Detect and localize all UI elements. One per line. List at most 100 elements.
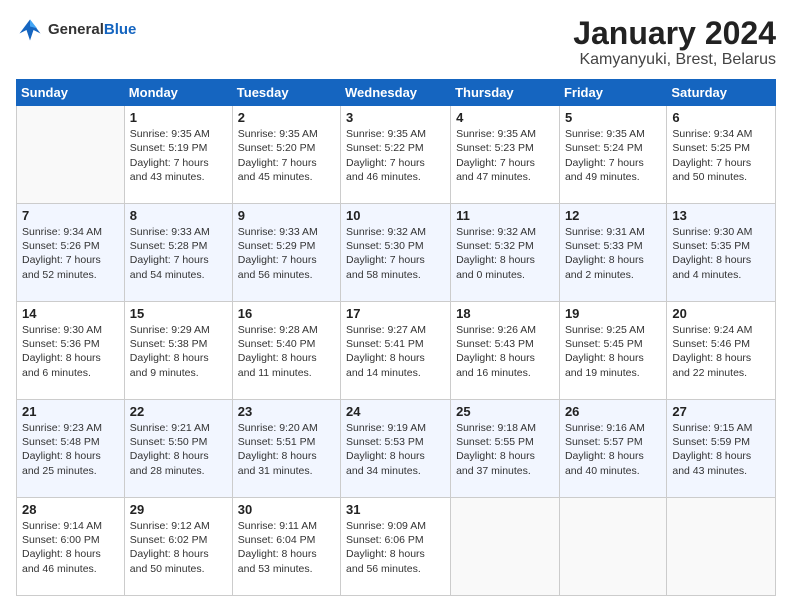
- day-info: Sunrise: 9:25 AMSunset: 5:45 PMDaylight:…: [565, 323, 661, 380]
- logo-blue: Blue: [104, 21, 137, 38]
- day-info: Sunrise: 9:28 AMSunset: 5:40 PMDaylight:…: [238, 323, 335, 380]
- col-tuesday: Tuesday: [232, 80, 340, 106]
- day-number: 15: [130, 306, 227, 321]
- day-number: 24: [346, 404, 445, 419]
- header: GeneralBlue January 2024 Kamyanyuki, Bre…: [16, 16, 776, 69]
- table-row: 10Sunrise: 9:32 AMSunset: 5:30 PMDayligh…: [341, 204, 451, 302]
- day-number: 17: [346, 306, 445, 321]
- logo-general: General: [48, 21, 104, 38]
- col-thursday: Thursday: [451, 80, 560, 106]
- day-info: Sunrise: 9:33 AMSunset: 5:29 PMDaylight:…: [238, 225, 335, 282]
- table-row: 7 Sunrise: 9:34 AMSunset: 5:26 PMDaylight…: [17, 204, 125, 302]
- day-number: 30: [238, 502, 335, 517]
- table-row: 24 Sunrise: 9:19 AMSunset: 5:53 PMDayligh…: [341, 400, 451, 498]
- table-row: 23 Sunrise: 9:20 AMSunset: 5:51 PMDayligh…: [232, 400, 340, 498]
- day-info: Sunrise: 9:33 AMSunset: 5:28 PMDaylight:…: [130, 225, 227, 282]
- day-number: 28: [22, 502, 119, 517]
- day-number: 6: [672, 110, 770, 125]
- day-info: Sunrise: 9:34 AMSunset: 5:25 PMDaylight:…: [672, 127, 770, 184]
- day-number: 3: [346, 110, 445, 125]
- day-number: 14: [22, 306, 119, 321]
- day-info: Sunrise: 9:35 AMSunset: 5:22 PMDaylight:…: [346, 127, 445, 184]
- day-info: Sunrise: 9:24 AMSunset: 5:46 PMDaylight:…: [672, 323, 770, 380]
- day-info: Sunrise: 9:20 AMSunset: 5:51 PMDaylight:…: [238, 421, 335, 478]
- table-row: [451, 498, 560, 596]
- logo-text: GeneralBlue: [48, 21, 136, 39]
- col-sunday: Sunday: [17, 80, 125, 106]
- day-number: 25: [456, 404, 554, 419]
- day-info: Sunrise: 9:32 AMSunset: 5:30 PMDaylight:…: [346, 225, 445, 282]
- day-info: Sunrise: 9:34 AMSunset: 5:26 PMDaylight:…: [22, 225, 119, 282]
- page: GeneralBlue January 2024 Kamyanyuki, Bre…: [0, 0, 792, 612]
- day-info: Sunrise: 9:29 AMSunset: 5:38 PMDaylight:…: [130, 323, 227, 380]
- table-row: 25 Sunrise: 9:18 AMSunset: 5:55 PMDayligh…: [451, 400, 560, 498]
- table-row: 26 Sunrise: 9:16 AMSunset: 5:57 PMDayligh…: [559, 400, 666, 498]
- table-row: [559, 498, 666, 596]
- col-saturday: Saturday: [667, 80, 776, 106]
- table-row: 16 Sunrise: 9:28 AMSunset: 5:40 PMDayligh…: [232, 302, 340, 400]
- calendar-body: 1 Sunrise: 9:35 AMSunset: 5:19 PMDaylight…: [17, 106, 776, 596]
- day-info: Sunrise: 9:16 AMSunset: 5:57 PMDaylight:…: [565, 421, 661, 478]
- day-number: 1: [130, 110, 227, 125]
- table-row: 20 Sunrise: 9:24 AMSunset: 5:46 PMDayligh…: [667, 302, 776, 400]
- day-number: 19: [565, 306, 661, 321]
- day-number: 5: [565, 110, 661, 125]
- table-row: 13Sunrise: 9:30 AMSunset: 5:35 PMDayligh…: [667, 204, 776, 302]
- table-row: 31 Sunrise: 9:09 AMSunset: 6:06 PMDayligh…: [341, 498, 451, 596]
- day-info: Sunrise: 9:15 AMSunset: 5:59 PMDaylight:…: [672, 421, 770, 478]
- table-row: 21 Sunrise: 9:23 AMSunset: 5:48 PMDayligh…: [17, 400, 125, 498]
- logo-icon: [16, 16, 44, 44]
- day-info: Sunrise: 9:12 AMSunset: 6:02 PMDaylight:…: [130, 519, 227, 576]
- table-row: 18 Sunrise: 9:26 AMSunset: 5:43 PMDayligh…: [451, 302, 560, 400]
- day-info: Sunrise: 9:30 AMSunset: 5:36 PMDaylight:…: [22, 323, 119, 380]
- table-row: 30 Sunrise: 9:11 AMSunset: 6:04 PMDayligh…: [232, 498, 340, 596]
- day-info: Sunrise: 9:18 AMSunset: 5:55 PMDaylight:…: [456, 421, 554, 478]
- table-row: 29 Sunrise: 9:12 AMSunset: 6:02 PMDayligh…: [124, 498, 232, 596]
- day-number: 20: [672, 306, 770, 321]
- table-row: 3 Sunrise: 9:35 AMSunset: 5:22 PMDaylight…: [341, 106, 451, 204]
- day-info: Sunrise: 9:27 AMSunset: 5:41 PMDaylight:…: [346, 323, 445, 380]
- day-info: Sunrise: 9:09 AMSunset: 6:06 PMDaylight:…: [346, 519, 445, 576]
- title-block: January 2024 Kamyanyuki, Brest, Belarus: [573, 16, 776, 69]
- table-row: 9 Sunrise: 9:33 AMSunset: 5:29 PMDaylight…: [232, 204, 340, 302]
- day-number: 23: [238, 404, 335, 419]
- day-info: Sunrise: 9:23 AMSunset: 5:48 PMDaylight:…: [22, 421, 119, 478]
- day-number: 13: [672, 208, 770, 223]
- day-number: 7: [22, 208, 119, 223]
- day-info: Sunrise: 9:21 AMSunset: 5:50 PMDaylight:…: [130, 421, 227, 478]
- day-number: 29: [130, 502, 227, 517]
- calendar-subtitle: Kamyanyuki, Brest, Belarus: [573, 51, 776, 69]
- table-row: 8 Sunrise: 9:33 AMSunset: 5:28 PMDaylight…: [124, 204, 232, 302]
- table-row: 12Sunrise: 9:31 AMSunset: 5:33 PMDayligh…: [559, 204, 666, 302]
- day-number: 21: [22, 404, 119, 419]
- day-info: Sunrise: 9:26 AMSunset: 5:43 PMDaylight:…: [456, 323, 554, 380]
- day-info: Sunrise: 9:35 AMSunset: 5:20 PMDaylight:…: [238, 127, 335, 184]
- day-info: Sunrise: 9:19 AMSunset: 5:53 PMDaylight:…: [346, 421, 445, 478]
- col-friday: Friday: [559, 80, 666, 106]
- table-row: 11Sunrise: 9:32 AMSunset: 5:32 PMDayligh…: [451, 204, 560, 302]
- day-number: 16: [238, 306, 335, 321]
- table-row: [17, 106, 125, 204]
- calendar-title: January 2024: [573, 16, 776, 51]
- table-row: 22Sunrise: 9:21 AMSunset: 5:50 PMDayligh…: [124, 400, 232, 498]
- day-info: Sunrise: 9:31 AMSunset: 5:33 PMDaylight:…: [565, 225, 661, 282]
- day-number: 31: [346, 502, 445, 517]
- day-number: 4: [456, 110, 554, 125]
- day-info: Sunrise: 9:35 AMSunset: 5:24 PMDaylight:…: [565, 127, 661, 184]
- table-row: 6 Sunrise: 9:34 AMSunset: 5:25 PMDaylight…: [667, 106, 776, 204]
- table-row: 27 Sunrise: 9:15 AMSunset: 5:59 PMDayligh…: [667, 400, 776, 498]
- day-number: 27: [672, 404, 770, 419]
- table-row: 19 Sunrise: 9:25 AMSunset: 5:45 PMDayligh…: [559, 302, 666, 400]
- day-number: 26: [565, 404, 661, 419]
- day-number: 18: [456, 306, 554, 321]
- table-row: 14 Sunrise: 9:30 AMSunset: 5:36 PMDayligh…: [17, 302, 125, 400]
- table-row: [667, 498, 776, 596]
- table-row: 1 Sunrise: 9:35 AMSunset: 5:19 PMDaylight…: [124, 106, 232, 204]
- day-number: 9: [238, 208, 335, 223]
- col-wednesday: Wednesday: [341, 80, 451, 106]
- day-info: Sunrise: 9:11 AMSunset: 6:04 PMDaylight:…: [238, 519, 335, 576]
- table-row: 5 Sunrise: 9:35 AMSunset: 5:24 PMDaylight…: [559, 106, 666, 204]
- day-info: Sunrise: 9:35 AMSunset: 5:19 PMDaylight:…: [130, 127, 227, 184]
- day-number: 8: [130, 208, 227, 223]
- table-row: 17 Sunrise: 9:27 AMSunset: 5:41 PMDayligh…: [341, 302, 451, 400]
